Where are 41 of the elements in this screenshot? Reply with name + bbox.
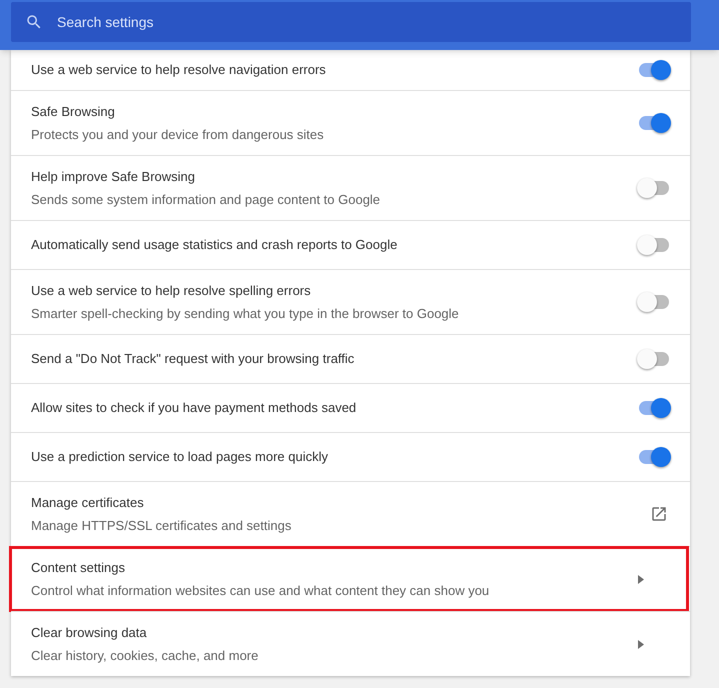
setting-title: Manage certificates bbox=[31, 494, 145, 512]
toggle-switch[interactable] bbox=[639, 450, 669, 464]
setting-description: Clear history, cookies, cache, and more bbox=[31, 647, 260, 665]
caret-right-icon[interactable] bbox=[638, 574, 644, 584]
settings-row[interactable]: Help improve Safe Browsing Sends some system information and page content to Google bbox=[11, 155, 690, 220]
toggle-switch[interactable] bbox=[639, 63, 669, 77]
toggle-switch[interactable] bbox=[639, 295, 669, 309]
caret-right-icon[interactable] bbox=[638, 640, 644, 648]
settings-row[interactable]: Clear browsing data Clear history, cookies, cache, and more bbox=[11, 611, 690, 676]
setting-title: Allow sites to check if you have payment methods saved bbox=[31, 399, 358, 418]
toggle-switch[interactable] bbox=[639, 352, 669, 366]
search-field[interactable]: Search settings bbox=[11, 2, 691, 42]
setting-title: Automatically send usage statistics and crash reports to Google bbox=[31, 236, 398, 254]
settings-row[interactable]: Manage certificates Manage HTTPS/SSL certificates and settings bbox=[11, 481, 690, 546]
toggle-switch[interactable] bbox=[639, 401, 669, 415]
setting-title: Content settings bbox=[31, 558, 126, 577]
setting-title: Safe Browsing bbox=[31, 102, 116, 121]
setting-description: Sends some system information and page content to Google bbox=[31, 191, 382, 209]
settings-row[interactable]: Allow sites to check if you have payment methods saved bbox=[11, 383, 690, 432]
setting-title: Use a prediction service to load pages more quickly bbox=[31, 448, 329, 466]
settings-row[interactable]: Use a prediction service to load pages more quickly bbox=[11, 432, 690, 481]
setting-description: Manage HTTPS/SSL certificates and settings bbox=[31, 517, 292, 535]
external-link-icon[interactable] bbox=[650, 505, 668, 523]
search-icon bbox=[25, 13, 43, 31]
setting-description: Smarter spell-checking by sending what you type in the browser to Google bbox=[31, 305, 460, 323]
setting-title: Help improve Safe Browsing bbox=[31, 168, 196, 186]
toggle-switch[interactable] bbox=[639, 238, 669, 252]
setting-description: Protects you and your device from dangerous sites bbox=[31, 126, 325, 144]
setting-title: Clear browsing data bbox=[31, 624, 148, 642]
toggle-switch[interactable] bbox=[639, 116, 669, 130]
toggle-switch[interactable] bbox=[639, 181, 669, 195]
settings-row[interactable]: Safe Browsing Protects you and your device from dangerous sites bbox=[11, 90, 690, 155]
setting-title: Use a web service to help resolve spelling errors bbox=[31, 282, 312, 300]
settings-row[interactable]: Use a web service to help resolve navigation errors bbox=[11, 50, 690, 90]
settings-row[interactable]: Use a web service to help resolve spelling errors Smarter spell-checking by sending what you type in the browser to Google bbox=[11, 269, 690, 334]
settings-row[interactable]: Send a "Do Not Track" request with your browsing traffic bbox=[11, 334, 690, 383]
setting-title: Use a web service to help resolve navigation errors bbox=[31, 61, 327, 80]
setting-title: Send a "Do Not Track" request with your browsing traffic bbox=[31, 350, 356, 368]
setting-description: Control what information websites can use and what content they can show you bbox=[31, 582, 490, 600]
settings-row[interactable]: Content settings Control what information websites can use and what content they can show you bbox=[11, 546, 690, 611]
settings-row[interactable]: Automatically send usage statistics and crash reports to Google bbox=[11, 220, 690, 269]
